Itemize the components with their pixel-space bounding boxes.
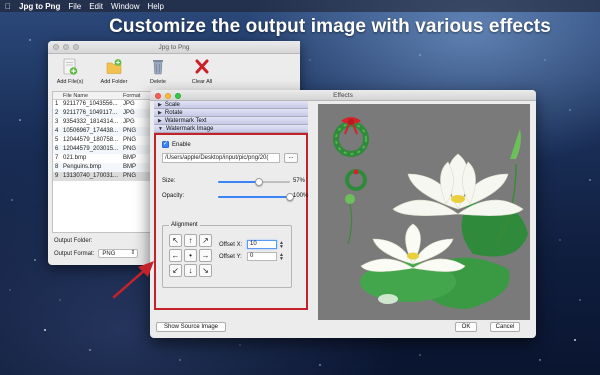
disclosure-collapsed-icon: ▶ [158,118,162,124]
menu-file[interactable]: File [68,2,81,11]
offset-y-input[interactable]: 0 [247,252,277,261]
offset-y-stepper[interactable]: ▲ ▼ [279,252,284,261]
watermark-image-panel: ✓ Enable /Users/apple/Desktop/input/pic/… [154,133,308,310]
align-right-button[interactable]: → [199,249,212,262]
clear-x-icon [195,59,209,74]
align-top-button[interactable]: ↑ [184,234,197,247]
wreath-watermark-image [333,117,369,245]
column-file-name[interactable]: File Name [63,92,123,99]
offset-y-label: Offset Y: [219,253,242,260]
disclosure-collapsed-icon: ▶ [158,110,162,116]
opacity-value: 100% [293,193,309,199]
effects-minimize-button[interactable] [165,92,171,99]
menu-edit[interactable]: Edit [89,2,103,11]
offset-x-stepper[interactable]: ▲ ▼ [279,240,284,249]
align-left-button[interactable]: ← [169,249,182,262]
enable-label: Enable [172,141,191,148]
minimize-button[interactable] [63,44,69,50]
promo-headline: Customize the output image with various … [109,16,551,37]
enable-checkbox[interactable]: ✓ [162,141,169,148]
add-files-label: Add File(s) [56,79,84,85]
delete-label: Delete [150,79,166,85]
alignment-group: Alignment ↖ ↑ ↗ ← • → ↙ ↓ ↘ Offset X: 10… [162,222,292,288]
alignment-grid: ↖ ↑ ↗ ← • → ↙ ↓ ↘ [169,234,212,277]
menu-app-name[interactable]: Jpg to Png [19,2,60,11]
effects-dialog: Effects ▶ Scale ▶ Rotate ▶ Watermark Text ▼… [150,90,536,338]
zoom-button[interactable] [73,44,79,50]
clear-all-button[interactable]: Clear All [180,58,224,92]
delete-button[interactable]: Delete [136,58,180,92]
apple-logo-icon[interactable]:  [5,2,11,11]
section-watermark-text[interactable]: ▶ Watermark Text [154,117,308,125]
trash-icon [153,60,163,75]
lotus-flower-image [360,129,528,309]
size-slider-fill [218,181,260,183]
effects-sections: ▶ Scale ▶ Rotate ▶ Watermark Text ▼ Watermar… [154,101,308,133]
add-file-icon [63,58,78,75]
clear-all-label: Clear All [191,79,213,85]
align-bottom-right-button[interactable]: ↘ [199,264,212,277]
size-slider[interactable] [218,178,290,186]
effects-title: Effects [333,92,353,99]
add-files-button[interactable]: Add File(s) [48,58,92,92]
preview-area [318,104,530,320]
alignment-label: Alignment [169,222,200,228]
main-window-title: Jpg to Png [158,44,190,51]
align-top-right-button[interactable]: ↗ [199,234,212,247]
menu-window[interactable]: Window [111,2,139,11]
opacity-slider-fill [218,196,290,198]
output-folder-label: Output Folder: [54,238,93,244]
opacity-label: Opacity: [162,193,185,199]
menu-bar:  Jpg to Png File Edit Window Help [0,0,600,12]
size-slider-knob[interactable] [255,178,264,186]
size-label: Size: [162,178,176,184]
opacity-slider[interactable] [218,193,294,201]
offset-y-row: Offset Y: 0 ▲ ▼ [219,252,284,261]
effects-titlebar: Effects [150,90,536,101]
section-rotate[interactable]: ▶ Rotate [154,109,308,117]
browse-button[interactable]: ... [284,153,298,163]
offset-x-input[interactable]: 10 [247,240,277,249]
output-folder-row: Output Folder: [54,238,92,244]
offset-x-label: Offset X: [219,241,243,248]
annotation-arrow-icon [112,261,154,299]
align-bottom-left-button[interactable]: ↙ [169,264,182,277]
main-window-titlebar: Jpg to Png [48,41,300,54]
enable-checkbox-row[interactable]: ✓ Enable [162,141,191,148]
effects-zoom-button[interactable] [175,92,181,99]
add-folder-icon [106,59,122,74]
preview-image [333,117,528,309]
watermark-path-field[interactable]: /Users/apple/Desktop/input/pic/png/20( [162,153,280,163]
align-top-left-button[interactable]: ↖ [169,234,182,247]
offset-x-row: Offset X: 10 ▲ ▼ [219,240,284,249]
disclosure-expanded-icon: ▼ [158,126,163,132]
effects-close-button[interactable] [155,92,161,99]
menu-help[interactable]: Help [147,2,163,11]
close-button[interactable] [53,44,59,50]
size-value: 57% [293,178,306,184]
section-scale[interactable]: ▶ Scale [154,101,308,109]
align-bottom-button[interactable]: ↓ [184,264,197,277]
output-format-label: Output Format: [54,250,95,257]
ok-button[interactable]: OK [455,322,477,332]
main-toolbar: Add File(s) Add Folder Delete Clear All [48,54,300,92]
column-format[interactable]: Format [123,92,143,99]
section-watermark-image[interactable]: ▼ Watermark Image [154,125,308,133]
add-folder-label: Add Folder [100,79,128,85]
disclosure-collapsed-icon: ▶ [158,102,162,108]
align-center-button[interactable]: • [184,249,197,262]
add-folder-button[interactable]: Add Folder [92,58,136,92]
cancel-button[interactable]: Cancel [490,322,520,332]
show-source-image-button[interactable]: Show Source Image [156,322,226,332]
